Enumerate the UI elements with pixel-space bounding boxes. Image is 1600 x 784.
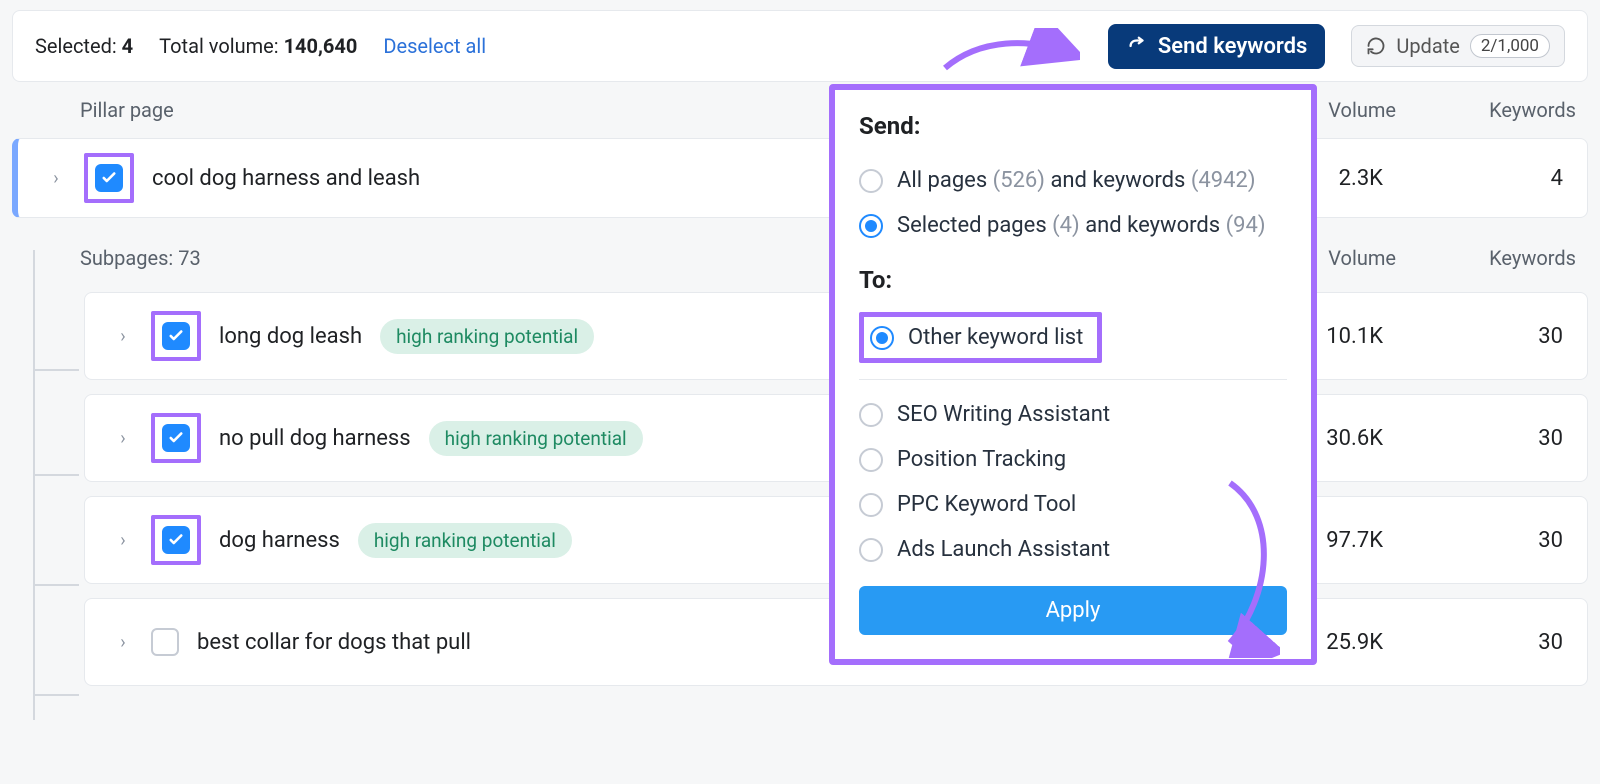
row-checkbox-highlight bbox=[151, 311, 201, 361]
radio-tool-option[interactable]: SEO Writing Assistant bbox=[859, 392, 1287, 437]
radio-selected-pages[interactable]: Selected pages (4) and keywords (94) bbox=[859, 203, 1287, 248]
tool-option-label: SEO Writing Assistant bbox=[897, 402, 1110, 427]
radio-icon bbox=[859, 448, 883, 472]
send-keywords-popover: Send: All pages (526) and keywords (4942… bbox=[829, 84, 1317, 665]
row-checkbox[interactable] bbox=[162, 322, 190, 350]
radio-icon bbox=[859, 403, 883, 427]
row-checkbox-highlight bbox=[151, 515, 201, 565]
expand-toggle-icon[interactable]: › bbox=[113, 632, 133, 653]
radio-icon bbox=[859, 214, 883, 238]
row-checkbox-highlight bbox=[151, 413, 201, 463]
divider bbox=[859, 379, 1287, 380]
send-arrow-icon bbox=[1126, 35, 1148, 57]
to-heading: To: bbox=[859, 266, 1287, 294]
subpage-title: long dog leash bbox=[219, 324, 362, 349]
tool-option-label: Position Tracking bbox=[897, 447, 1066, 472]
radio-icon bbox=[859, 493, 883, 517]
radio-other-keyword-list-highlight: Other keyword list bbox=[859, 312, 1102, 363]
radio-other-keyword-list[interactable]: Other keyword list bbox=[866, 319, 1087, 356]
subpage-title: no pull dog harness bbox=[219, 426, 411, 451]
apply-button[interactable]: Apply bbox=[859, 586, 1287, 635]
subpage-title: best collar for dogs that pull bbox=[197, 630, 471, 655]
row-checkbox[interactable] bbox=[162, 424, 190, 452]
check-icon bbox=[167, 531, 185, 549]
radio-icon bbox=[859, 538, 883, 562]
selected-count: Selected: 4 bbox=[35, 34, 133, 58]
expand-toggle-icon[interactable]: › bbox=[113, 530, 133, 551]
row-checkbox[interactable] bbox=[95, 164, 123, 192]
subpage-title: dog harness bbox=[219, 528, 340, 553]
pillar-columns-header: Pillar page Volume Keywords bbox=[0, 82, 1600, 138]
subpage-keywords: 30 bbox=[1383, 324, 1563, 349]
row-checkbox-highlight bbox=[84, 153, 134, 203]
subpage-keywords: 30 bbox=[1383, 426, 1563, 451]
radio-tool-option[interactable]: Ads Launch Assistant bbox=[859, 527, 1287, 572]
pillar-keywords: 4 bbox=[1383, 166, 1563, 191]
row-checkbox[interactable] bbox=[162, 526, 190, 554]
send-keywords-button[interactable]: Send keywords bbox=[1108, 24, 1326, 69]
radio-icon bbox=[870, 326, 894, 350]
check-icon bbox=[100, 169, 118, 187]
keywords-column-label: Keywords bbox=[1396, 98, 1576, 122]
check-icon bbox=[167, 327, 185, 345]
update-button[interactable]: Update 2/1,000 bbox=[1351, 25, 1565, 67]
radio-icon bbox=[859, 169, 883, 193]
summary-bar: Selected: 4 Total volume: 140,640 Desele… bbox=[12, 10, 1588, 82]
expand-toggle-icon[interactable]: › bbox=[113, 326, 133, 347]
update-count-pill: 2/1,000 bbox=[1470, 34, 1550, 58]
send-heading: Send: bbox=[859, 112, 1287, 140]
expand-toggle-icon[interactable]: › bbox=[113, 428, 133, 449]
radio-tool-option[interactable]: PPC Keyword Tool bbox=[859, 482, 1287, 527]
check-icon bbox=[167, 429, 185, 447]
row-checkbox[interactable] bbox=[151, 628, 179, 656]
subpage-keywords: 30 bbox=[1383, 528, 1563, 553]
ranking-potential-badge: high ranking potential bbox=[429, 421, 643, 456]
radio-tool-option[interactable]: Position Tracking bbox=[859, 437, 1287, 482]
pillar-row[interactable]: › cool dog harness and leash 2.3K 4 bbox=[12, 138, 1588, 218]
deselect-all-link[interactable]: Deselect all bbox=[383, 34, 486, 58]
tool-option-label: Ads Launch Assistant bbox=[897, 537, 1110, 562]
ranking-potential-badge: high ranking potential bbox=[380, 319, 594, 354]
refresh-icon bbox=[1366, 36, 1386, 56]
ranking-potential-badge: high ranking potential bbox=[358, 523, 572, 558]
expand-toggle-icon[interactable]: › bbox=[46, 168, 66, 189]
subpage-keywords: 30 bbox=[1383, 630, 1563, 655]
tool-option-label: PPC Keyword Tool bbox=[897, 492, 1076, 517]
subpages-header: Subpages: 73 Volume Keywords bbox=[0, 230, 1600, 286]
radio-all-pages[interactable]: All pages (526) and keywords (4942) bbox=[859, 158, 1287, 203]
total-volume: Total volume: 140,640 bbox=[159, 34, 357, 58]
pillar-title: cool dog harness and leash bbox=[152, 166, 420, 191]
